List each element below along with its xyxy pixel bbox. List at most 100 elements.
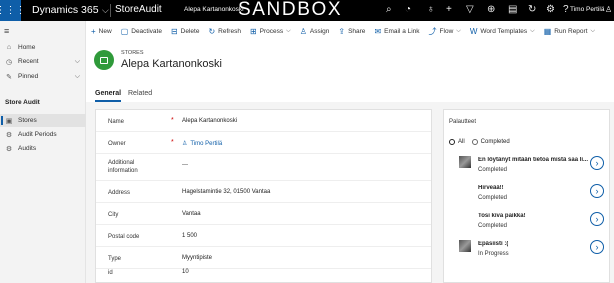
top-navigation-bar: ⋮⋮⋮ Dynamics 365 ⌵ StoreAudit Alepa Kart… [0, 0, 614, 21]
field-city: City Vantaa [96, 203, 431, 225]
list-item[interactable]: Epäsiisti :( In Progress › [444, 237, 609, 264]
chevron-right-icon[interactable]: › [590, 240, 604, 254]
lightbulb-icon[interactable]: ♁ [427, 4, 435, 15]
feedback-status: Completed [478, 223, 508, 229]
panel-title: Palautteet [449, 119, 477, 125]
hamburger-icon[interactable]: ≡ [4, 26, 9, 36]
field-label: Name [108, 119, 125, 125]
radio-completed-label[interactable]: Completed [481, 139, 510, 145]
radio-completed[interactable] [471, 139, 478, 145]
help-icon[interactable]: ? [563, 4, 569, 15]
gear-icon[interactable]: ⚙ [546, 4, 555, 15]
list-item[interactable]: Tosi kiva paikka! Completed › [444, 209, 609, 236]
field-label: Postal code [108, 234, 140, 240]
id-input[interactable]: 10 [182, 269, 189, 275]
app-name[interactable]: StoreAudit [115, 4, 162, 15]
process-button[interactable]: ⊞ Process ⌵ [250, 27, 291, 36]
sidebar-item-stores[interactable]: ▣ Stores [0, 114, 86, 127]
deactivate-button[interactable]: ▢ Deactivate [121, 27, 162, 36]
chevron-right-icon[interactable]: › [590, 212, 604, 226]
sidebar-item-label: Audits [18, 145, 37, 152]
new-button[interactable]: + New [91, 27, 112, 36]
chevron-down-icon[interactable]: ⌵ [102, 5, 109, 16]
required-icon: * [171, 117, 174, 124]
new-icon[interactable]: + [446, 4, 452, 15]
owner-lookup[interactable]: ♙ Timo Pertilä [182, 140, 222, 148]
delete-icon: ⊟ [170, 26, 178, 36]
tab-general[interactable]: General [95, 90, 122, 102]
feedback-status: Completed [478, 167, 508, 173]
entity-name: STORES [121, 50, 144, 56]
general-section: Name * Alepa Kartanonkoski Owner * ♙ Tim… [95, 109, 432, 283]
refresh-button[interactable]: ↻ Refresh [208, 27, 240, 36]
record-title: Alepa Kartanonkoski [184, 6, 244, 13]
plus-icon: + [91, 26, 96, 36]
user-icon[interactable]: ♙ [605, 5, 612, 14]
field-postal-code: Postal code 1 500 [96, 225, 431, 247]
city-input[interactable]: Vantaa [182, 211, 201, 217]
feedback-status: Completed [478, 195, 508, 201]
assign-button[interactable]: ♙ Assign [300, 27, 330, 36]
sidebar-item-pinned[interactable]: ✎ Pinned ⌵ [0, 70, 86, 83]
assign-icon: ♙ [299, 26, 307, 36]
tab-related[interactable]: Related [128, 90, 152, 97]
sidebar-item-label: Pinned [18, 73, 39, 80]
app-launcher-icon[interactable]: ⋮⋮⋮ [0, 0, 26, 21]
field-label: id [108, 270, 113, 276]
search-icon[interactable]: ⌕ [386, 4, 392, 15]
environment-label: SANDBOX [238, 0, 343, 20]
list-item[interactable]: Hirveää!! Completed › [444, 181, 609, 208]
flow-icon[interactable]: ↻ [528, 4, 536, 15]
entity-icon: ⚙ [5, 145, 13, 153]
sidebar-item-label: Home [18, 44, 36, 51]
report-icon: ▦ [543, 26, 552, 36]
flow-button[interactable]: ⤴ Flow ⌵ [429, 26, 461, 37]
sidebar-item-label: Stores [18, 117, 37, 124]
word-templates-button[interactable]: W Word Templates ⌵ [470, 27, 535, 36]
sidebar-item-audits[interactable]: ⚙ Audits [0, 142, 86, 155]
email-link-button[interactable]: ✉ Email a Link [374, 27, 419, 36]
user-name[interactable]: Timo Pertilä [570, 6, 604, 13]
field-name: Name * Alepa Kartanonkoski [96, 110, 431, 132]
address-input[interactable]: Hagelstamintie 32, 01500 Vantaa [182, 189, 270, 195]
feedback-filter: All Completed [449, 139, 510, 145]
settings-icon[interactable]: ⊕ [487, 4, 495, 15]
refresh-icon: ↻ [208, 26, 216, 36]
chevron-down-icon: ⌵ [530, 27, 535, 34]
phone-icon[interactable]: ▤ [508, 4, 517, 15]
sidebar-item-home[interactable]: ⌂ Home [0, 41, 86, 54]
recent-icon[interactable]: ◔ [405, 4, 411, 15]
sidebar-item-audit-periods[interactable]: ⚙ Audit Periods [0, 128, 86, 141]
clock-icon: ◷ [5, 58, 13, 66]
field-label: Owner [108, 141, 126, 147]
name-input[interactable]: Alepa Kartanonkoski [182, 118, 237, 124]
radio-all[interactable] [449, 139, 455, 145]
sidebar-item-recent[interactable]: ◷ Recent ⌵ [0, 55, 86, 68]
feedback-title: Tosi kiva paikka! [478, 213, 526, 219]
chevron-right-icon[interactable]: › [590, 156, 604, 170]
flow-icon: ⤴ [428, 26, 437, 36]
sitemap-sidebar: ≡ ⌂ Home ◷ Recent ⌵ ✎ Pinned ⌵ Store Aud… [0, 21, 86, 283]
postal-code-input[interactable]: 1 500 [182, 233, 197, 239]
run-report-button[interactable]: ▦ Run Report ⌵ [544, 27, 595, 36]
share-button[interactable]: ⇪ Share [338, 27, 365, 36]
additional-information-input[interactable]: --- [182, 162, 188, 168]
chevron-down-icon: ⌵ [74, 72, 80, 80]
brand-title[interactable]: Dynamics 365 [32, 4, 99, 16]
user-icon: ♙ [182, 141, 188, 147]
sidebar-item-label: Recent [18, 58, 39, 65]
thumbnail-image [459, 240, 471, 252]
field-address: Address Hagelstamintie 32, 01500 Vantaa [96, 181, 431, 203]
store-icon: ▣ [5, 117, 13, 125]
required-icon: * [171, 139, 174, 146]
list-item[interactable]: En löytänyt mitään tietoa mistä saa li..… [444, 153, 609, 180]
filter-icon[interactable]: ▽ [466, 4, 474, 15]
delete-button[interactable]: ⊟ Delete [171, 27, 200, 36]
feedback-panel: Palautteet All Completed En löytänyt mit… [443, 109, 610, 283]
radio-all-label[interactable]: All [458, 139, 465, 145]
word-icon: W [469, 26, 478, 36]
sidebar-item-label: Audit Periods [18, 131, 57, 138]
chevron-right-icon[interactable]: › [590, 184, 604, 198]
home-icon: ⌂ [6, 44, 12, 51]
divider [110, 4, 111, 17]
